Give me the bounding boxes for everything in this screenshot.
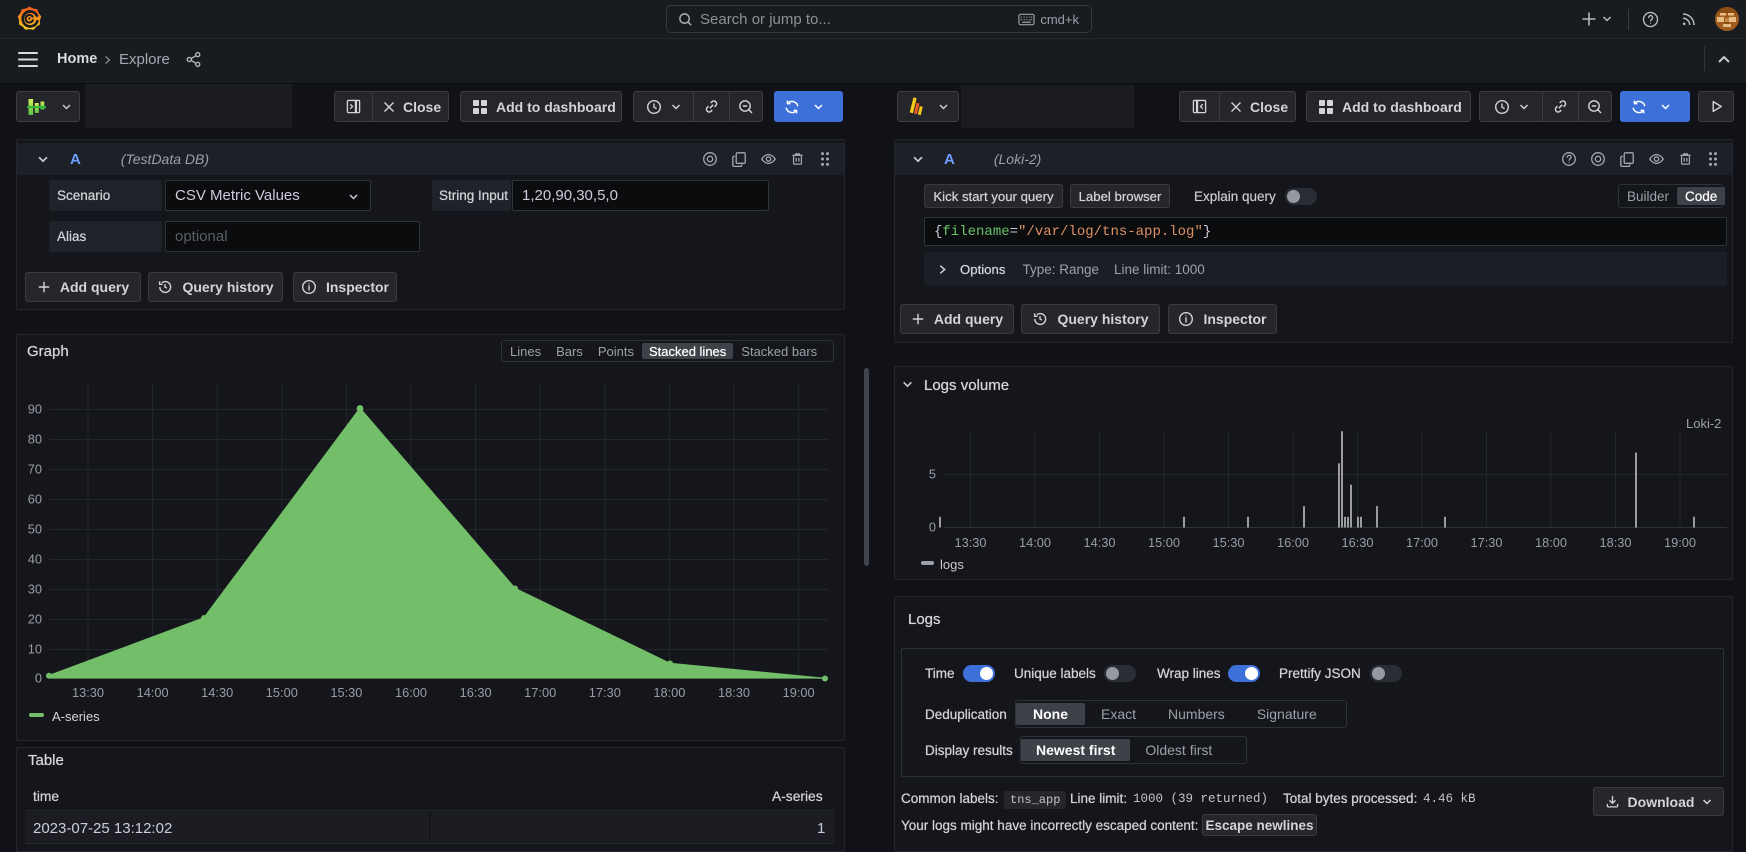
svg-text:16:30: 16:30 (460, 685, 492, 700)
svg-text:70: 70 (28, 462, 42, 477)
svg-text:logs: logs (940, 557, 964, 572)
svg-text:17:00: 17:00 (524, 685, 556, 700)
svg-text:90: 90 (28, 402, 42, 417)
svg-text:40: 40 (28, 552, 42, 567)
svg-text:15:30: 15:30 (330, 685, 362, 700)
svg-text:17:30: 17:30 (589, 685, 621, 700)
svg-text:50: 50 (28, 522, 42, 537)
svg-text:17:00: 17:00 (1406, 535, 1438, 550)
svg-text:15:30: 15:30 (1212, 535, 1244, 550)
svg-text:16:00: 16:00 (1277, 535, 1309, 550)
svg-text:19:00: 19:00 (783, 685, 815, 700)
svg-text:A-series: A-series (52, 709, 100, 724)
svg-text:16:00: 16:00 (395, 685, 427, 700)
svg-text:18:00: 18:00 (1535, 535, 1567, 550)
svg-text:0: 0 (929, 520, 936, 535)
svg-text:14:30: 14:30 (1083, 535, 1115, 550)
svg-text:0: 0 (35, 671, 42, 686)
svg-text:13:30: 13:30 (72, 685, 104, 700)
svg-text:18:30: 18:30 (1599, 535, 1631, 550)
svg-text:15:00: 15:00 (266, 685, 298, 700)
svg-text:14:30: 14:30 (201, 685, 233, 700)
svg-text:5: 5 (929, 467, 936, 482)
svg-text:60: 60 (28, 492, 42, 507)
svg-text:30: 30 (28, 582, 42, 597)
svg-text:17:30: 17:30 (1470, 535, 1502, 550)
svg-text:19:00: 19:00 (1664, 535, 1696, 550)
svg-text:18:00: 18:00 (653, 685, 685, 700)
svg-text:13:30: 13:30 (954, 535, 986, 550)
svg-text:14:00: 14:00 (137, 685, 169, 700)
svg-text:15:00: 15:00 (1148, 535, 1180, 550)
svg-text:16:30: 16:30 (1341, 535, 1373, 550)
svg-text:20: 20 (28, 612, 42, 627)
svg-text:80: 80 (28, 432, 42, 447)
svg-text:10: 10 (28, 642, 42, 657)
svg-text:18:30: 18:30 (718, 685, 750, 700)
svg-text:14:00: 14:00 (1019, 535, 1051, 550)
